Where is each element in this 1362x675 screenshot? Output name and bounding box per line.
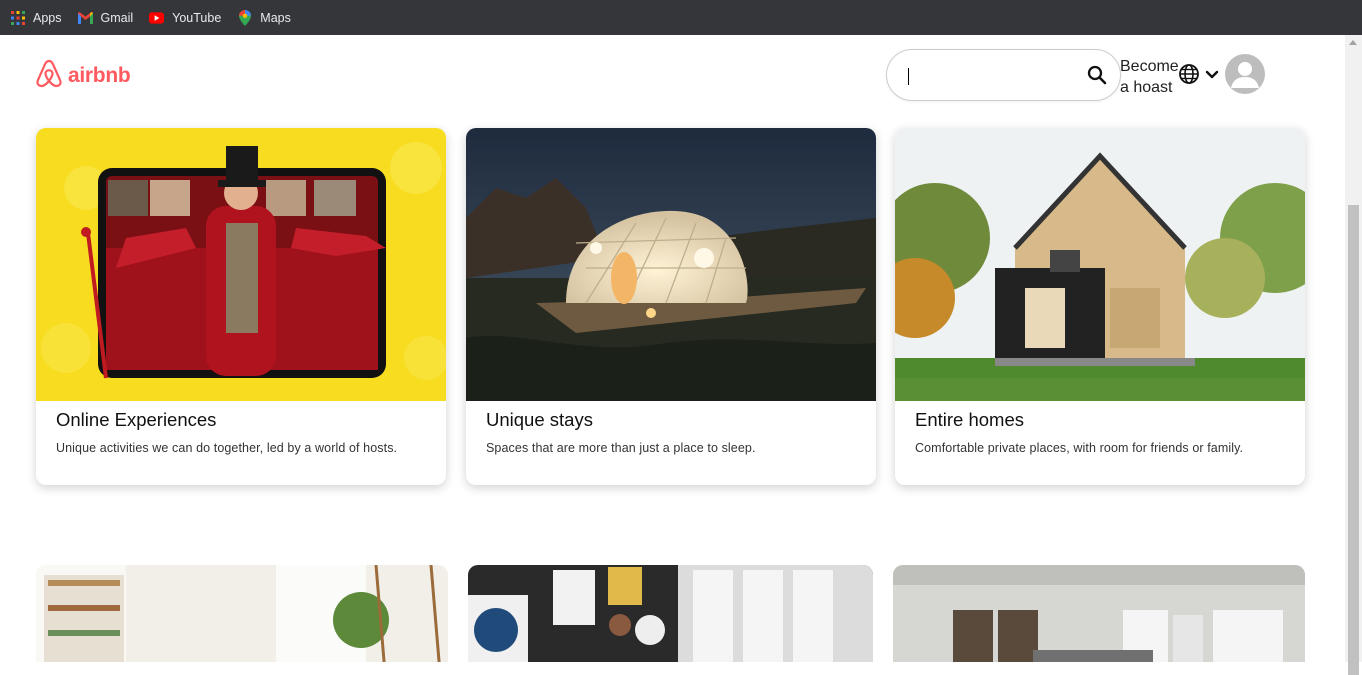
airbnb-logo[interactable]: airbnb <box>34 57 131 94</box>
chevron-down-icon[interactable] <box>1205 67 1219 85</box>
avatar[interactable] <box>1225 54 1265 94</box>
card-title: Entire homes <box>915 409 1024 430</box>
card-title: Unique stays <box>486 409 593 430</box>
bookmark-label: YouTube <box>172 10 222 25</box>
card-description: Comfortable private places, with room fo… <box>915 441 1244 455</box>
card-unique-stays[interactable]: Unique stays Spaces that are more than j… <box>466 128 876 485</box>
maps-icon <box>237 9 252 26</box>
globe-icon[interactable] <box>1178 63 1200 90</box>
bookmark-label: Gmail <box>100 10 134 25</box>
bookmark-gmail[interactable]: Gmail <box>77 6 134 30</box>
bookmark-apps[interactable]: Apps <box>10 6 62 30</box>
page-content: airbnb Become a hoast Online Experiences… <box>0 35 1345 662</box>
search-icon[interactable] <box>1087 65 1107 90</box>
user-icon <box>1231 62 1259 88</box>
card-title: Online Experiences <box>56 409 217 430</box>
card-row2-item3[interactable] <box>893 565 1305 662</box>
scroll-up-arrow-icon[interactable] <box>1349 40 1357 45</box>
apps-grid-icon <box>10 10 25 25</box>
card-entire-homes[interactable]: Entire homes Comfortable private places,… <box>895 128 1305 485</box>
search-bar[interactable] <box>886 49 1121 101</box>
card-image-room <box>36 565 448 662</box>
youtube-icon <box>149 10 165 25</box>
card-image-online-experiences <box>36 128 446 401</box>
text-cursor <box>908 68 909 85</box>
vertical-scrollbar[interactable] <box>1345 35 1362 675</box>
card-online-experiences[interactable]: Online Experiences Unique activities we … <box>36 128 446 485</box>
card-image-room <box>468 565 873 662</box>
card-image-room <box>893 565 1305 662</box>
scrollbar-thumb[interactable] <box>1348 205 1359 675</box>
search-input[interactable] <box>905 62 1085 90</box>
bookmark-label: Maps <box>260 10 291 25</box>
card-image-entire-homes <box>895 128 1305 401</box>
bookmark-label: Apps <box>33 10 62 25</box>
card-description: Unique activities we can do together, le… <box>56 441 398 455</box>
card-row2-item1[interactable] <box>36 565 448 662</box>
become-a-host-link[interactable]: Become a hoast <box>1120 56 1180 98</box>
card-description: Spaces that are more than just a place t… <box>486 441 756 455</box>
card-image-unique-stays <box>466 128 876 401</box>
bookmarks-bar: Apps Gmail YouTube Maps <box>0 0 1362 35</box>
card-row2-item2[interactable] <box>468 565 873 662</box>
bookmark-maps[interactable]: Maps <box>237 6 291 30</box>
gmail-icon <box>77 10 93 25</box>
bookmark-youtube[interactable]: YouTube <box>149 6 221 30</box>
host-line-1: Become <box>1120 58 1179 75</box>
airbnb-belo-icon <box>34 57 64 94</box>
logo-wordmark: airbnb <box>68 63 131 87</box>
host-line-2: a hoast <box>1120 79 1173 96</box>
